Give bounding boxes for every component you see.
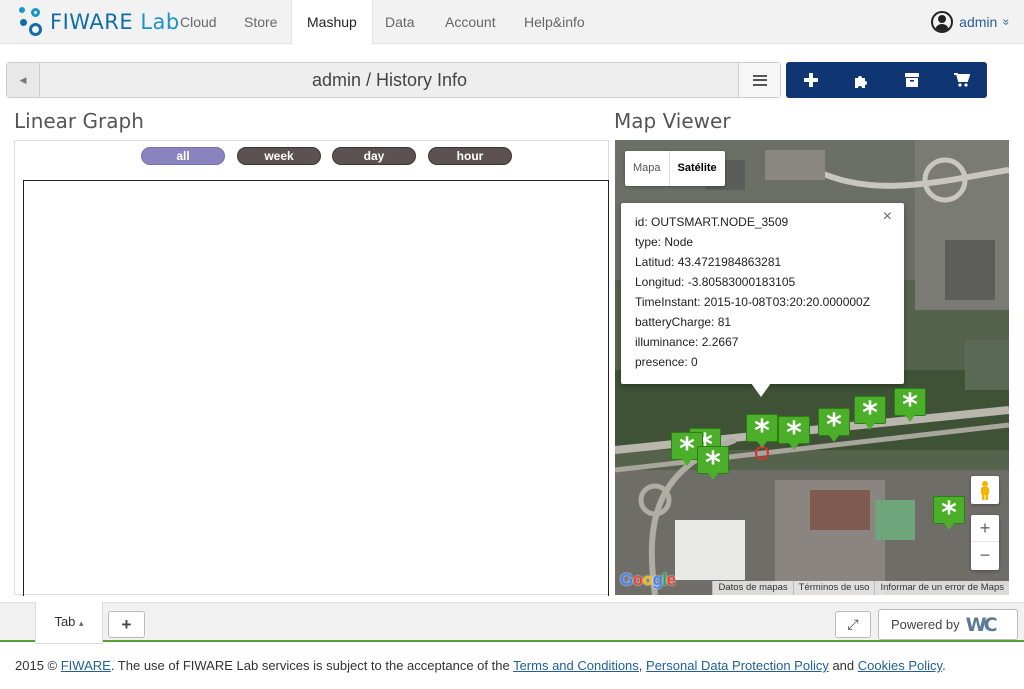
zoom-out-button[interactable]: − bbox=[971, 542, 999, 569]
range-week-button[interactable]: week bbox=[237, 147, 321, 165]
info-row: illuminance: 2.2667 bbox=[635, 335, 739, 349]
linear-graph-widget: all week day hour bbox=[14, 140, 609, 596]
info-row: batteryCharge: 81 bbox=[635, 315, 732, 329]
powered-by-label: Powered by bbox=[891, 617, 960, 632]
marker-icon: * bbox=[894, 388, 926, 423]
map-marker[interactable]: * bbox=[854, 396, 886, 431]
user-avatar-icon bbox=[931, 11, 954, 33]
linear-graph-title: Linear Graph bbox=[14, 109, 144, 133]
zoom-control: + − bbox=[971, 515, 999, 570]
privacy-policy-link[interactable]: Personal Data Protection Policy bbox=[646, 658, 829, 673]
map-marker[interactable]: * bbox=[894, 388, 926, 423]
map-type-satellite-button[interactable]: Satélite bbox=[668, 151, 725, 186]
brand-name: FIWARE bbox=[50, 10, 134, 34]
zoom-in-button[interactable]: + bbox=[971, 515, 999, 542]
archive-button[interactable] bbox=[887, 62, 937, 98]
street-view-pegman-icon[interactable] bbox=[971, 476, 999, 504]
puzzle-icon bbox=[855, 76, 868, 88]
marker-icon: * bbox=[778, 416, 810, 451]
top-nav: FIWARE Lab Cloud Store Mashup Data Accou… bbox=[0, 0, 1024, 45]
info-row: TimeInstant: 2015-10-08T03:20:20.000000Z bbox=[635, 295, 871, 309]
close-icon[interactable]: × bbox=[883, 208, 892, 226]
tab-bar: Tab ▴ + ⤢ Powered by WC bbox=[0, 602, 1024, 644]
map-viewer-widget[interactable]: Mapa Satélite × id: OUTSMART.NODE_3509 t… bbox=[615, 140, 1009, 595]
marker-icon: * bbox=[854, 396, 886, 431]
add-icon bbox=[804, 73, 819, 87]
marker-icon: * bbox=[697, 446, 729, 481]
user-caret-icon: » bbox=[999, 18, 1014, 26]
cart-icon bbox=[953, 73, 970, 87]
marker-icon: * bbox=[818, 408, 850, 443]
tab-caret-icon[interactable]: ▴ bbox=[79, 618, 84, 628]
workspace-menu-button[interactable] bbox=[738, 63, 780, 97]
user-menu[interactable]: admin » bbox=[931, 0, 1014, 44]
workspace-title: admin / History Info bbox=[311, 70, 468, 90]
map-attribution: Datos de mapas Términos de uso Informar … bbox=[712, 581, 1009, 595]
map-marker[interactable]: * bbox=[778, 416, 810, 451]
map-marker[interactable]: * bbox=[697, 446, 729, 481]
map-viewer-title: Map Viewer bbox=[614, 109, 731, 133]
nav-store[interactable]: Store bbox=[229, 0, 292, 44]
marketplace-button[interactable] bbox=[937, 62, 987, 98]
map-type-control: Mapa Satélite bbox=[625, 151, 725, 186]
cookies-policy-link[interactable]: Cookies Policy bbox=[858, 658, 942, 673]
info-row: presence: 0 bbox=[635, 355, 698, 369]
report-map-error-link[interactable]: Informar de un error de Maps bbox=[874, 581, 1009, 595]
map-marker[interactable]: * bbox=[933, 496, 965, 531]
range-hour-button[interactable]: hour bbox=[428, 147, 512, 165]
sidebar-toggle-button[interactable]: ◀ bbox=[7, 63, 40, 97]
fullscreen-button[interactable]: ⤢ bbox=[835, 611, 871, 638]
graph-plot-area[interactable] bbox=[23, 180, 609, 596]
nav-help-info[interactable]: Help&info bbox=[509, 0, 600, 44]
marker-icon: * bbox=[746, 414, 778, 449]
caret-left-icon: ◀ bbox=[19, 74, 27, 85]
wirecloud-logo: WC bbox=[965, 613, 998, 636]
nav-mashup[interactable]: Mashup bbox=[291, 0, 373, 45]
terms-of-use-link[interactable]: Términos de uso bbox=[792, 581, 875, 595]
fiware-link[interactable]: FIWARE bbox=[61, 658, 111, 673]
powered-by-wirecloud[interactable]: Powered by WC bbox=[878, 609, 1018, 640]
terms-link[interactable]: Terms and Conditions bbox=[513, 658, 639, 673]
info-row: Latitud: 43.4721984863281 bbox=[635, 255, 782, 269]
info-row: Longitud: -3.80583000183105 bbox=[635, 275, 796, 289]
map-type-map-button[interactable]: Mapa bbox=[625, 151, 669, 186]
hamburger-icon bbox=[752, 74, 767, 86]
workspace-bar: ◀ admin / History Info bbox=[6, 62, 781, 98]
add-tab-button[interactable]: + bbox=[108, 611, 145, 638]
workspace-toolbar bbox=[786, 62, 987, 98]
range-all-button[interactable]: all bbox=[141, 147, 225, 165]
tab-main[interactable]: Tab ▴ bbox=[35, 602, 103, 644]
tab-label: Tab bbox=[54, 614, 76, 629]
nav-account[interactable]: Account bbox=[430, 0, 511, 44]
marker-info-window: × id: OUTSMART.NODE_3509 type: Node Lati… bbox=[621, 203, 904, 397]
marker-icon: * bbox=[933, 496, 965, 531]
page-footer: 2015 © FIWARE. The use of FIWARE Lab ser… bbox=[15, 658, 946, 673]
user-name: admin bbox=[959, 14, 998, 30]
info-row: id: OUTSMART.NODE_3509 bbox=[635, 215, 789, 229]
fiware-logo-icon bbox=[18, 6, 46, 38]
info-row: type: Node bbox=[635, 235, 694, 249]
map-marker[interactable]: * bbox=[818, 408, 850, 443]
add-widget-button[interactable] bbox=[786, 62, 836, 98]
nav-data[interactable]: Data bbox=[370, 0, 430, 44]
wiring-button[interactable] bbox=[836, 62, 886, 98]
range-day-button[interactable]: day bbox=[332, 147, 416, 165]
nav-cloud[interactable]: Cloud bbox=[165, 0, 232, 44]
fiware-lab-logo[interactable]: FIWARE Lab bbox=[18, 6, 180, 38]
google-logo: Google bbox=[620, 570, 676, 589]
archive-icon bbox=[904, 73, 919, 87]
map-data-link[interactable]: Datos de mapas bbox=[712, 581, 793, 595]
map-marker[interactable]: * bbox=[746, 414, 778, 449]
expand-icon: ⤢ bbox=[847, 616, 859, 632]
